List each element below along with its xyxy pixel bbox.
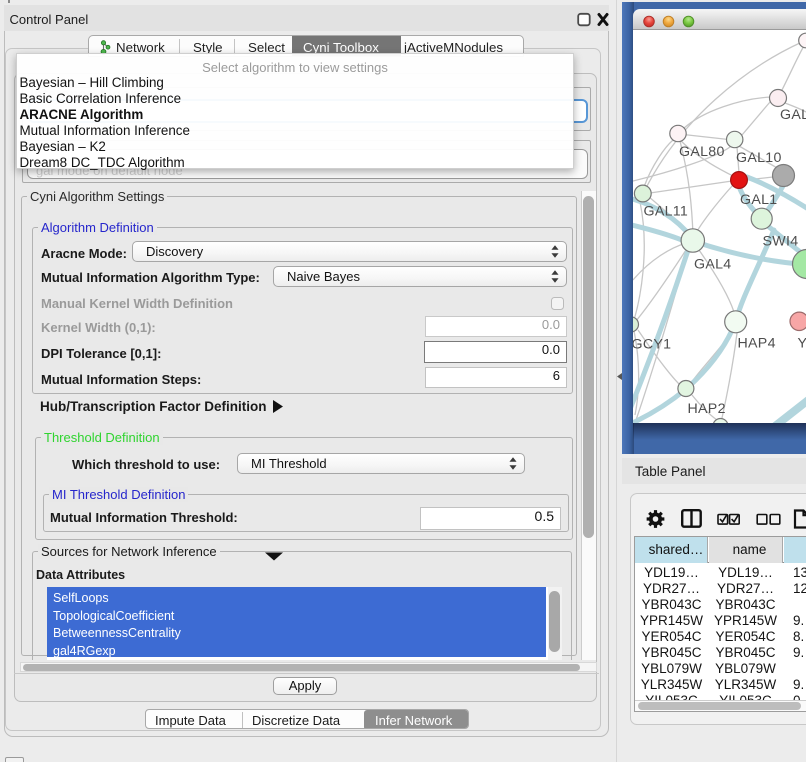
svg-text:GCY1: GCY1: [633, 337, 671, 353]
svg-text:GAL10: GAL10: [736, 150, 782, 166]
svg-text:GAL4: GAL4: [694, 257, 731, 273]
svg-text:GAL80: GAL80: [679, 144, 725, 160]
svg-text:Y: Y: [798, 336, 806, 352]
svg-text:GAL11: GAL11: [644, 204, 689, 220]
svg-text:SWI4: SWI4: [763, 234, 799, 250]
svg-text:GAL7: GAL7: [780, 107, 806, 123]
svg-text:HAP4: HAP4: [738, 336, 776, 352]
svg-text:HAP2: HAP2: [688, 401, 726, 417]
svg-text:GAL1: GAL1: [740, 192, 777, 208]
